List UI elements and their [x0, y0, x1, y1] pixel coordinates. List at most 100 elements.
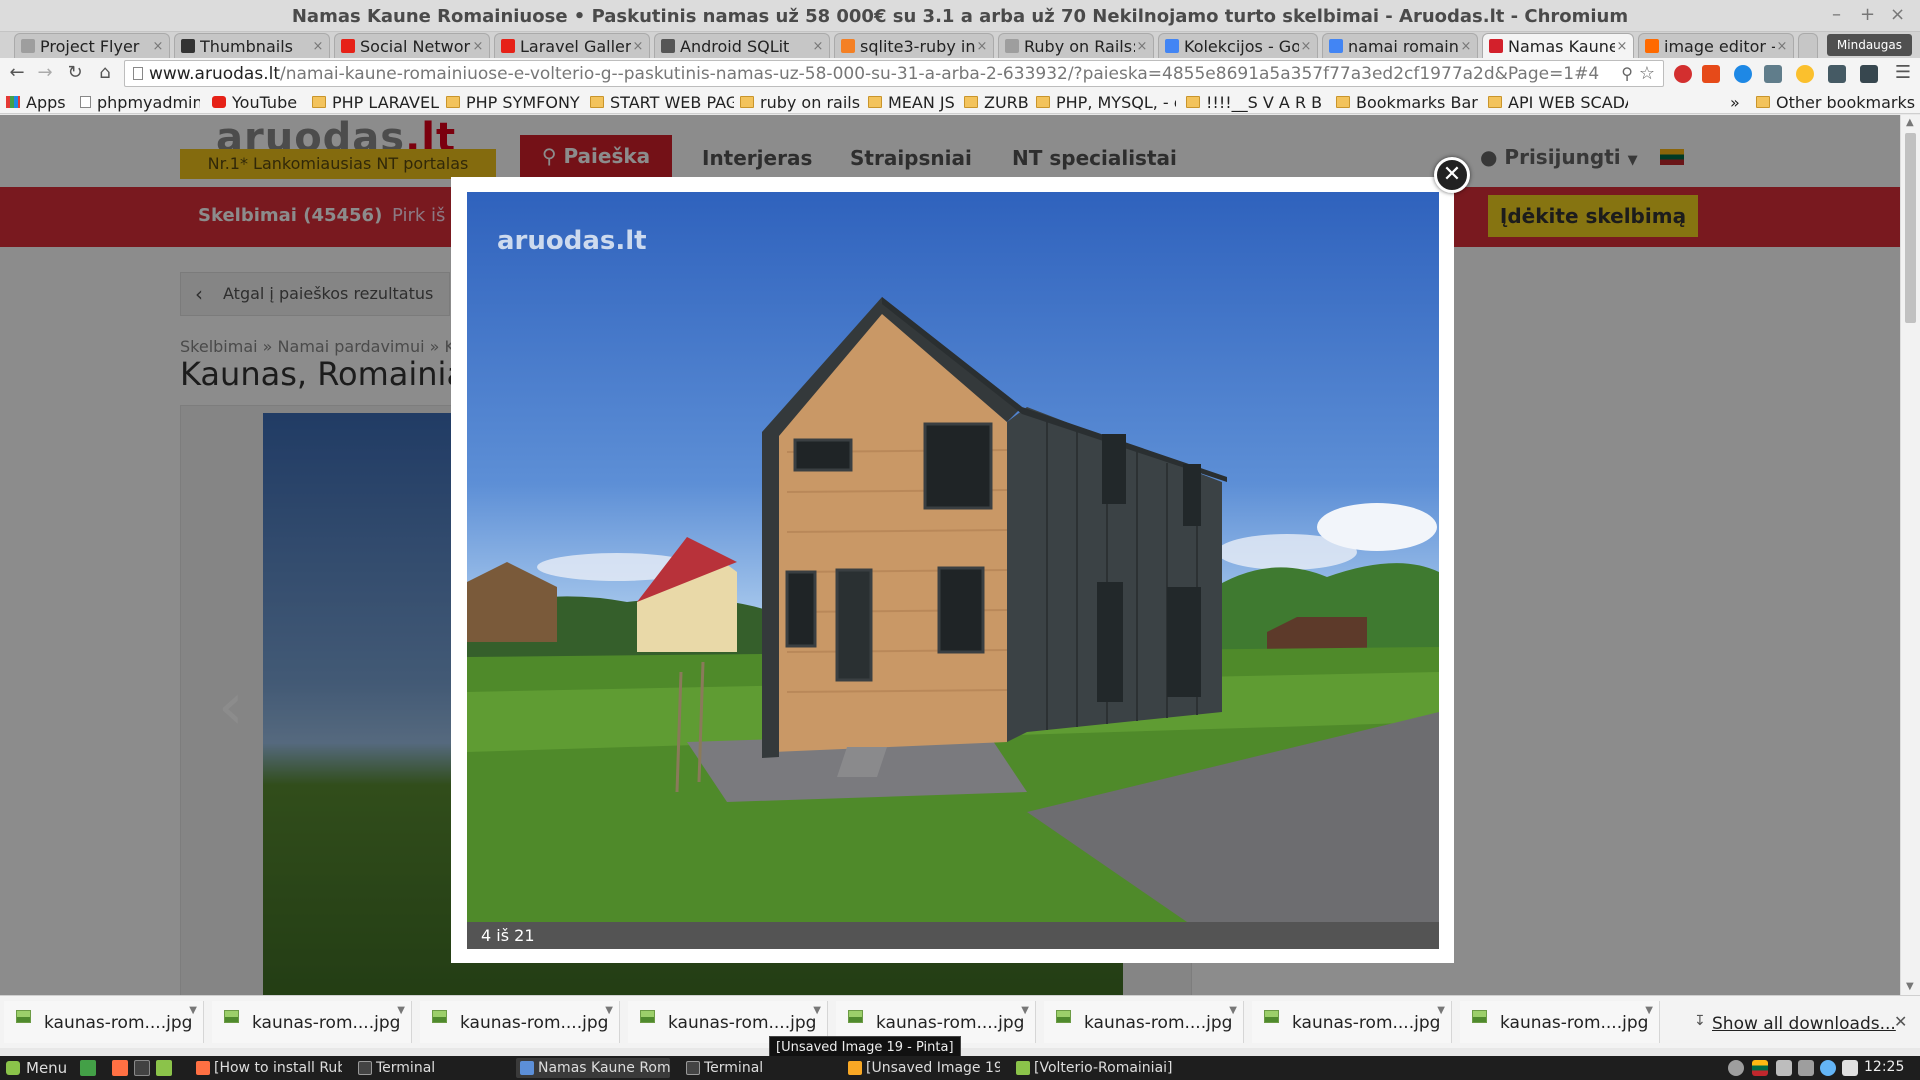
other-bookmarks[interactable]: Other bookmarks [1756, 92, 1920, 112]
start-menu-button[interactable]: Menu [6, 1059, 67, 1077]
browser-tab[interactable]: Kolekcijos - Go × [1158, 33, 1318, 58]
browser-tab[interactable]: Android SQLit × [654, 33, 830, 58]
scroll-down-icon[interactable]: ▼ [1906, 981, 1914, 992]
taskbar-window[interactable]: Terminal [682, 1058, 832, 1078]
chevron-down-icon[interactable]: ▼ [189, 1005, 197, 1016]
lightbox-photo[interactable]: aruodas.lt [467, 192, 1439, 922]
taskbar-window-active[interactable]: Namas Kaune Rom... [516, 1058, 670, 1078]
page-scrollbar[interactable]: ▲ ▼ [1900, 115, 1920, 995]
download-item[interactable]: kaunas-rom....jpg ▼ [1044, 1001, 1244, 1043]
bookmark-folder[interactable]: API WEB SCADA [1488, 92, 1628, 112]
browser-tab-active[interactable]: Namas Kaune × [1482, 33, 1634, 58]
extension-tool-icon[interactable] [1764, 65, 1782, 83]
menu-icon[interactable]: ☰ [1892, 62, 1914, 84]
firefox-launcher-icon[interactable] [112, 1060, 128, 1076]
update-icon[interactable] [1820, 1060, 1836, 1076]
scroll-up-icon[interactable]: ▲ [1906, 117, 1914, 128]
url-text[interactable]: www.aruodas.lt/namai-kaune-romainiuose-e… [149, 64, 1609, 84]
download-item[interactable]: kaunas-rom....jpg ▼ [420, 1001, 620, 1043]
minimize-button[interactable]: – [1832, 4, 1841, 25]
tab-close-icon[interactable]: × [1459, 39, 1473, 54]
adblock-extension-icon[interactable] [1674, 65, 1692, 83]
reload-icon[interactable]: ↻ [64, 62, 86, 84]
shield-icon[interactable] [1842, 1060, 1858, 1076]
close-window-button[interactable]: × [1890, 4, 1905, 25]
maximize-button[interactable]: + [1860, 4, 1875, 25]
bookmark-folder[interactable]: ruby on rails [740, 92, 860, 112]
extension-r-icon[interactable] [1734, 65, 1752, 83]
chevron-down-icon[interactable]: ▼ [605, 1005, 613, 1016]
volume-icon[interactable] [1776, 1060, 1792, 1076]
browser-tab[interactable]: Thumbnails × [174, 33, 330, 58]
taskbar-clock[interactable]: 12:25 [1864, 1059, 1904, 1075]
home-icon[interactable]: ⌂ [94, 62, 116, 84]
bookmark-folder[interactable]: MEAN JS [868, 92, 964, 112]
close-lightbox-button[interactable]: ✕ [1434, 157, 1470, 193]
extension-grid-icon[interactable] [1828, 65, 1846, 83]
bookmark-folder[interactable]: ZURB [964, 92, 1034, 112]
bookmark-folder[interactable]: PHP LARAVEL [312, 92, 444, 112]
download-item[interactable]: kaunas-rom....jpg ▼ [4, 1001, 204, 1043]
close-shelf-icon[interactable]: ✕ [1894, 1012, 1907, 1031]
chevron-down-icon[interactable]: ▼ [397, 1005, 405, 1016]
zoom-icon[interactable]: ⚲ [1621, 64, 1633, 83]
bookmarks-overflow-button[interactable]: » [1730, 92, 1746, 112]
browser-tab[interactable]: Social Networ × [334, 33, 490, 58]
browser-tab[interactable]: sqlite3-ruby in × [834, 33, 994, 58]
tab-close-icon[interactable]: × [1775, 39, 1789, 54]
profile-button[interactable]: Mindaugas [1826, 34, 1912, 56]
show-all-downloads-link[interactable]: Show all downloads... [1712, 1014, 1896, 1034]
tab-close-icon[interactable]: × [811, 39, 825, 54]
download-item[interactable]: kaunas-rom....jpg ▼ [1252, 1001, 1452, 1043]
browser-tab[interactable]: Project Flyer × [14, 33, 170, 58]
bookmark-folder[interactable]: Bookmarks Bar [1336, 92, 1482, 112]
chevron-down-icon[interactable]: ▼ [1229, 1005, 1237, 1016]
download-item[interactable]: kaunas-rom....jpg ▼ [212, 1001, 412, 1043]
scrollbar-thumb[interactable] [1905, 133, 1916, 323]
tab-close-icon[interactable]: × [151, 39, 165, 54]
browser-tab[interactable]: namai romain × [1322, 33, 1478, 58]
chrome-extension-icon[interactable] [1796, 65, 1814, 83]
bookmark-folder[interactable]: PHP, MYSQL, - e [1036, 92, 1176, 112]
taskbar-window[interactable]: [How to install Rub... [192, 1058, 342, 1078]
terminal-launcher-icon[interactable] [134, 1060, 150, 1076]
tab-close-icon[interactable]: × [1615, 39, 1629, 54]
bookmark-folder[interactable]: START WEB PAG [590, 92, 734, 112]
tab-close-icon[interactable]: × [311, 39, 325, 54]
bookmark-star-icon[interactable]: ☆ [1639, 63, 1655, 84]
keyboard-layout-flag-icon[interactable] [1752, 1060, 1768, 1076]
download-item[interactable]: kaunas-rom....jpg ▼ [1460, 1001, 1660, 1043]
browser-tab[interactable]: Ruby on Rails: × [998, 33, 1154, 58]
tab-close-icon[interactable]: × [1135, 39, 1149, 54]
chevron-down-icon[interactable]: ▼ [1021, 1005, 1029, 1016]
bookmark-folder[interactable]: !!!!__S V A R B U [1186, 92, 1326, 112]
address-bar[interactable]: www.aruodas.lt/namai-kaune-romainiuose-e… [124, 60, 1664, 87]
taskbar-window[interactable]: [Volterio-Romainiai] [1012, 1058, 1172, 1078]
extension-hq-icon[interactable] [1860, 65, 1878, 83]
bookmark-folder[interactable]: PHP SYMFONY [446, 92, 582, 112]
tab-close-icon[interactable]: × [471, 39, 485, 54]
taskbar-window[interactable]: [Unsaved Image 19 ... [844, 1058, 1000, 1078]
bookmark-apps[interactable]: Apps [6, 92, 70, 112]
plus-extension-icon[interactable] [1702, 65, 1720, 83]
forward-arrow-icon[interactable]: → [34, 62, 56, 84]
bookmark-phpmyadmin[interactable]: phpmyadmin [80, 92, 200, 112]
tab-close-icon[interactable]: × [1299, 39, 1313, 54]
taskbar-window[interactable]: Terminal [354, 1058, 504, 1078]
back-arrow-icon[interactable]: ← [6, 62, 28, 84]
chevron-down-icon[interactable]: ▼ [1645, 1005, 1653, 1016]
browser-tab[interactable]: image editor - × [1638, 33, 1794, 58]
new-tab-button[interactable] [1798, 33, 1818, 58]
chevron-down-icon[interactable]: ▼ [1437, 1005, 1445, 1016]
watermark-logo: aruodas.lt [497, 226, 647, 256]
user-icon[interactable] [1728, 1060, 1744, 1076]
browser-tab[interactable]: Laravel Gallery × [494, 33, 650, 58]
tab-close-icon[interactable]: × [975, 39, 989, 54]
chevron-down-icon[interactable]: ▼ [813, 1005, 821, 1016]
page-info-icon[interactable] [133, 67, 143, 80]
show-desktop-icon[interactable] [80, 1060, 96, 1076]
network-icon[interactable] [1798, 1060, 1814, 1076]
tab-close-icon[interactable]: × [631, 39, 645, 54]
files-launcher-icon[interactable] [156, 1060, 172, 1076]
bookmark-youtube[interactable]: YouTube [212, 92, 312, 112]
